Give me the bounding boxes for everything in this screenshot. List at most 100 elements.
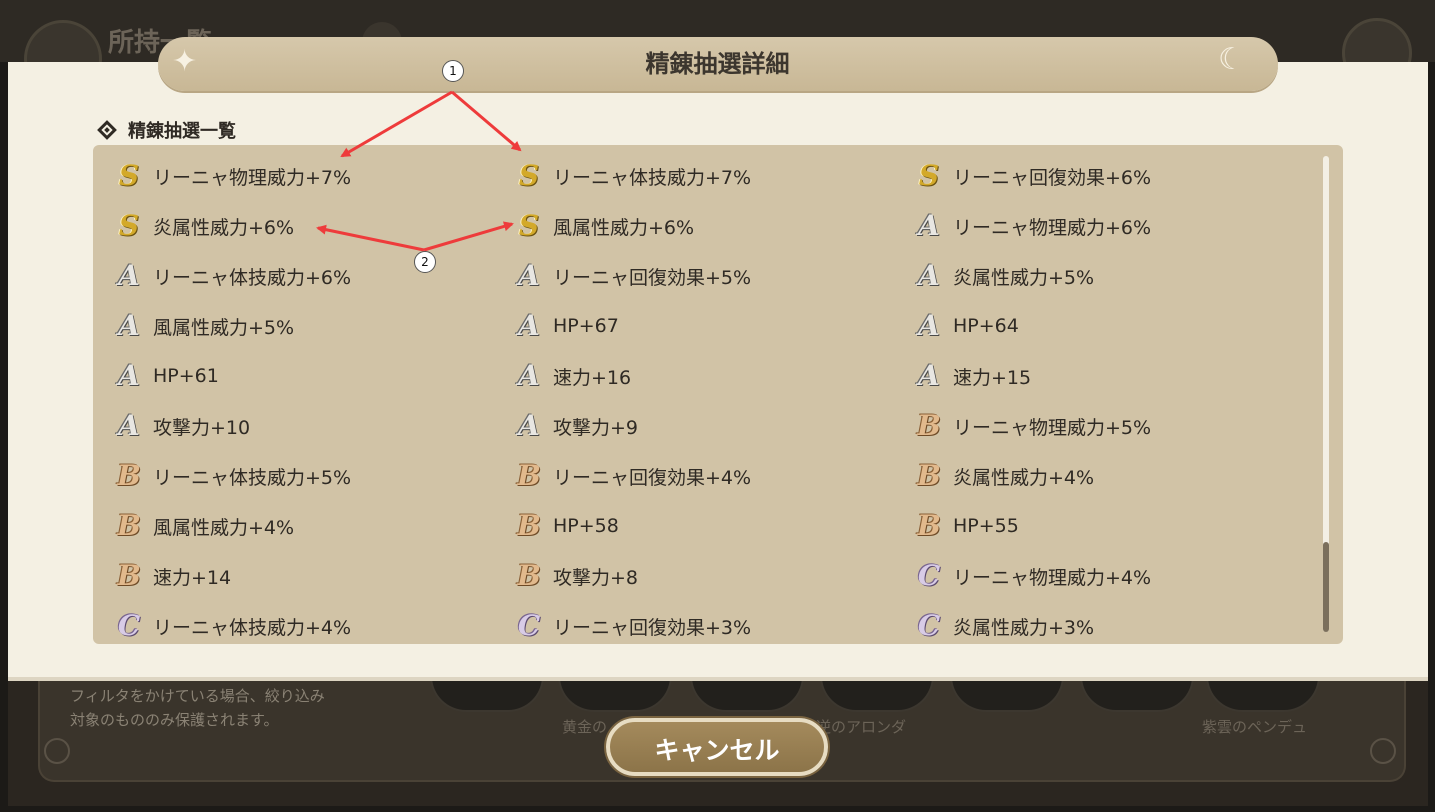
annotation-badge: 1 <box>442 60 464 82</box>
entry-label: 攻撃力+9 <box>553 416 639 439</box>
annotation-badge: 2 <box>414 251 436 273</box>
list-item: B リーニャ体技威力+5% <box>115 461 351 491</box>
list-item: A リーニャ回復効果+5% <box>515 261 751 291</box>
entry-label: リーニャ体技威力+6% <box>153 266 352 289</box>
background-item-thumbnail <box>1080 676 1194 712</box>
background-item-thumbnail <box>1206 676 1320 712</box>
rank-c-icon: C <box>917 609 941 642</box>
rank-a-icon: A <box>918 259 940 292</box>
list-item: S リーニャ体技威力+7% <box>515 161 751 191</box>
entry-label: リーニャ物理威力+5% <box>953 416 1152 439</box>
list-item: A HP+64 <box>915 311 1019 341</box>
rank-a-icon: A <box>918 359 940 392</box>
rank-a-icon: A <box>918 309 940 342</box>
list-item: B 風属性威力+4% <box>115 511 294 541</box>
list-item: A リーニャ物理威力+6% <box>915 211 1151 241</box>
list-item: S リーニャ回復効果+6% <box>915 161 1151 191</box>
rank-a-icon: A <box>518 359 540 392</box>
background-corner-ornament-icon <box>1370 738 1396 764</box>
refine-lottery-list[interactable]: S リーニャ物理威力+7% S リーニャ体技威力+7% S リーニャ回復効果+6% S 炎属性… <box>93 145 1343 644</box>
list-item: A 攻撃力+9 <box>515 411 638 441</box>
entry-label: HP+61 <box>153 365 219 387</box>
list-item: C リーニャ物理威力+4% <box>915 561 1151 591</box>
entry-label: リーニャ物理威力+6% <box>953 216 1152 239</box>
entry-label: 風属性威力+6% <box>553 216 695 239</box>
list-item: A 攻撃力+10 <box>115 411 250 441</box>
background-item-thumbnail <box>820 676 934 712</box>
entry-label: HP+55 <box>953 515 1019 537</box>
list-item: C リーニャ回復効果+3% <box>515 611 751 641</box>
cancel-button[interactable]: キャンセル <box>606 718 828 776</box>
background-filter-note-line: フィルタをかけている場合、絞り込み <box>70 687 325 705</box>
list-item: B HP+55 <box>915 511 1019 541</box>
rank-a-icon: A <box>518 409 540 442</box>
entry-label: リーニャ体技威力+7% <box>553 166 752 189</box>
entry-label: HP+58 <box>553 515 619 537</box>
section-header: 精錬抽選一覧 <box>97 118 236 142</box>
entry-label: 速力+14 <box>153 566 232 589</box>
rank-a-icon: A <box>918 209 940 242</box>
modal-title: 精錬抽選詳細 <box>645 50 790 78</box>
list-item: S 風属性威力+6% <box>515 211 694 241</box>
background-item-thumbnail <box>558 676 672 712</box>
rank-b-icon: B <box>517 509 541 542</box>
list-item: B リーニャ物理威力+5% <box>915 411 1151 441</box>
list-item: B リーニャ回復効果+4% <box>515 461 751 491</box>
entry-label: リーニャ物理威力+7% <box>153 166 352 189</box>
background-corner-ornament-icon <box>44 738 70 764</box>
background-item-caption: 紫雲のペンデュ <box>1202 718 1308 736</box>
background-filter-note: フィルタをかけている場合、絞り込み 対象のもののみ保護されます。 <box>70 684 325 732</box>
entry-label: 炎属性威力+4% <box>953 466 1095 489</box>
rank-s-icon: S <box>518 209 540 242</box>
entry-label: リーニャ回復効果+6% <box>953 166 1152 189</box>
entry-label: リーニャ体技威力+5% <box>153 466 352 489</box>
entry-label: 炎属性威力+3% <box>953 616 1095 639</box>
list-item: A HP+61 <box>115 361 219 391</box>
entry-label: 風属性威力+5% <box>153 316 295 339</box>
list-item: A 炎属性威力+5% <box>915 261 1094 291</box>
entry-label: HP+64 <box>953 315 1019 337</box>
list-item: A 速力+16 <box>515 361 631 391</box>
entry-label: 速力+16 <box>553 366 632 389</box>
list-item: A リーニャ体技威力+6% <box>115 261 351 291</box>
rank-s-icon: S <box>518 159 540 192</box>
list-item: B 攻撃力+8 <box>515 561 638 591</box>
list-item: C リーニャ体技威力+4% <box>115 611 351 641</box>
background-item-thumbnail <box>950 676 1064 712</box>
rank-c-icon: C <box>517 609 541 642</box>
entry-label: 速力+15 <box>953 366 1032 389</box>
rank-s-icon: S <box>918 159 940 192</box>
list-item: B HP+58 <box>515 511 619 541</box>
rank-s-icon: S <box>118 209 140 242</box>
rank-a-icon: A <box>118 259 140 292</box>
scrollbar-thumb[interactable] <box>1323 542 1329 632</box>
entry-label: 炎属性威力+5% <box>953 266 1095 289</box>
entry-label: HP+67 <box>553 315 619 337</box>
entry-label: 攻撃力+10 <box>153 416 251 439</box>
entry-label: 攻撃力+8 <box>553 566 639 589</box>
list-item: A HP+67 <box>515 311 619 341</box>
list-item: C 炎属性威力+3% <box>915 611 1094 641</box>
rank-a-icon: A <box>118 409 140 442</box>
rank-b-icon: B <box>917 409 941 442</box>
background-item-thumbnail <box>430 676 544 712</box>
list-item: S 炎属性威力+6% <box>115 211 294 241</box>
background-item-thumbnail <box>690 676 804 712</box>
list-item: A 風属性威力+5% <box>115 311 294 341</box>
rank-b-icon: B <box>117 459 141 492</box>
rank-b-icon: B <box>917 459 941 492</box>
entry-label: リーニャ回復効果+3% <box>553 616 752 639</box>
background-filter-note-line: 対象のもののみ保護されます。 <box>70 711 279 729</box>
entry-label: リーニャ体技威力+4% <box>153 616 352 639</box>
rank-b-icon: B <box>917 509 941 542</box>
rank-a-icon: A <box>118 359 140 392</box>
rank-b-icon: B <box>117 559 141 592</box>
rank-a-icon: A <box>518 259 540 292</box>
rank-b-icon: B <box>117 509 141 542</box>
rank-a-icon: A <box>118 309 140 342</box>
list-item: B 炎属性威力+4% <box>915 461 1094 491</box>
rank-s-icon: S <box>118 159 140 192</box>
list-item: B 速力+14 <box>115 561 231 591</box>
background-item-caption: 逆のアロンダ <box>816 718 907 736</box>
entry-label: リーニャ回復効果+4% <box>553 466 752 489</box>
